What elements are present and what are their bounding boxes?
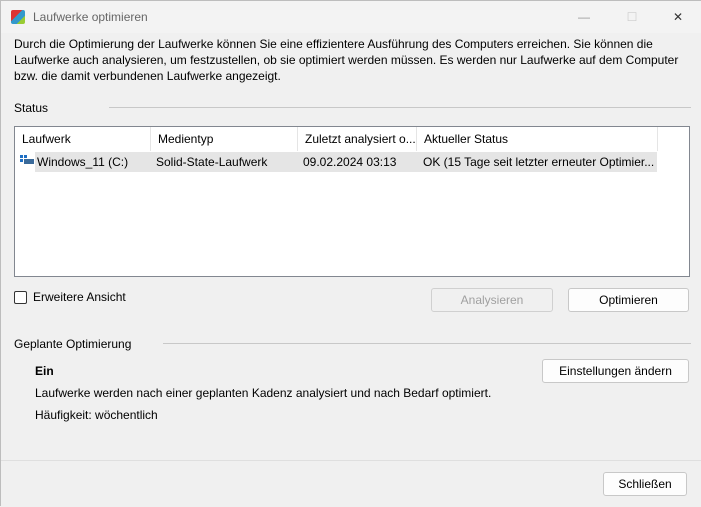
schedule-frequency: Häufigkeit: wöchentlich — [35, 408, 158, 422]
title-bar: Laufwerke optimieren — ☐ ✕ — [1, 1, 701, 33]
scheduled-heading: Geplante Optimierung — [14, 337, 132, 351]
scheduled-divider — [163, 343, 691, 344]
change-settings-button[interactable]: Einstellungen ändern — [542, 359, 689, 383]
last-analyzed: 09.02.2024 03:13 — [303, 155, 397, 169]
column-header-media-type[interactable]: Medientyp — [151, 127, 298, 151]
close-button[interactable]: Schließen — [603, 472, 687, 496]
advanced-view-checkbox[interactable] — [14, 291, 27, 304]
schedule-description: Laufwerke werden nach einer geplanten Ka… — [35, 386, 492, 400]
analyze-button: Analysieren — [431, 288, 553, 312]
advanced-view-label[interactable]: Erweitere Ansicht — [33, 290, 126, 304]
minimize-button[interactable]: — — [569, 7, 599, 27]
close-window-button[interactable]: ✕ — [663, 7, 693, 27]
optimize-button[interactable]: Optimieren — [568, 288, 689, 312]
window-title: Laufwerke optimieren — [33, 10, 148, 24]
media-type: Solid-State-Laufwerk — [156, 155, 268, 169]
drive-name: Windows_11 (C:) — [37, 155, 129, 169]
defrag-app-icon — [11, 10, 25, 24]
status-heading: Status — [14, 101, 49, 115]
drives-table[interactable]: Laufwerk Medientyp Zuletzt analysiert o.… — [14, 126, 690, 277]
schedule-state: Ein — [35, 364, 54, 378]
column-header-current-status[interactable]: Aktueller Status — [417, 127, 658, 151]
column-header-last-analyzed[interactable]: Zuletzt analysiert o... — [298, 127, 417, 151]
status-divider — [109, 107, 691, 108]
maximize-button: ☐ — [626, 10, 638, 24]
current-status: OK (15 Tage seit letzter erneuter Optimi… — [423, 155, 655, 169]
column-header-drive[interactable]: Laufwerk — [15, 127, 151, 151]
drive-icon — [20, 155, 34, 164]
intro-text: Durch die Optimierung der Laufwerke könn… — [14, 37, 679, 83]
footer — [1, 460, 701, 507]
